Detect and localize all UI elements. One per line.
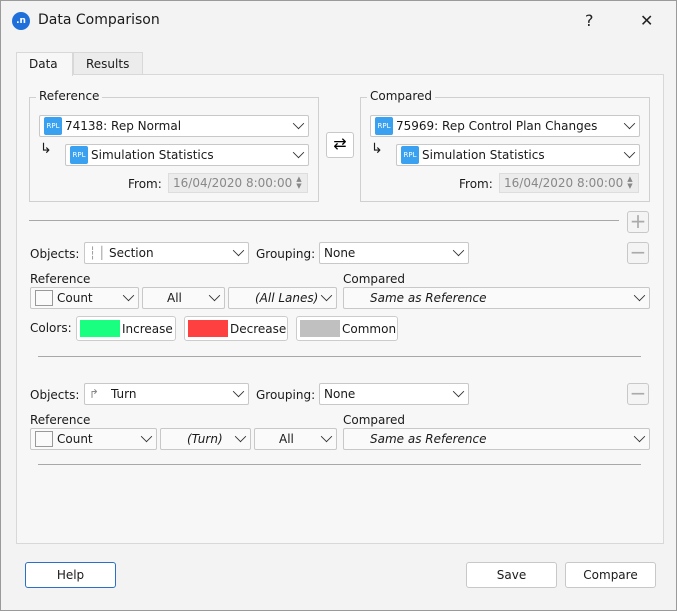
grouping-label: Grouping: [256,247,316,261]
measure-select[interactable]: Count [30,428,157,450]
rpl-icon: RPL [70,146,88,164]
reference-label: Reference [30,272,91,286]
compared-from-input[interactable]: 16/04/2020 8:00:00 ▲ ▼ [499,173,639,193]
chevron-down-icon [623,117,636,130]
help-title-button[interactable]: ? [585,11,594,30]
reference-label: Reference [30,413,91,427]
decrease-swatch [188,320,228,337]
compared-measure-select[interactable]: Same as Reference [343,287,650,309]
compared-source-value: 75969: Rep Control Plan Changes [396,119,598,133]
compared-sub-select[interactable]: RPL Simulation Statistics [396,144,640,166]
reference-sub-value: Simulation Statistics [91,148,214,162]
grouping-label: Grouping: [256,388,316,402]
chart-icon [35,431,53,447]
chevron-down-icon [633,289,646,302]
reference-from-label: From: [128,177,162,191]
divider [29,220,619,221]
chevron-down-icon [452,244,465,257]
reference-legend: Reference [36,89,103,103]
chevron-down-icon [452,385,465,398]
objects-select[interactable]: ↱ Turn [84,383,249,405]
lanes-select[interactable]: (All Lanes) [228,287,337,309]
divider [38,356,641,357]
section-icon: ┆│ [89,246,108,260]
chevron-down-icon [320,289,333,302]
spinner-icon[interactable]: ▲ ▼ [293,176,305,190]
close-button[interactable]: ✕ [640,11,653,30]
tab-results[interactable]: Results [73,52,143,75]
window-title: Data Comparison [38,12,160,28]
turn-select[interactable]: (Turn) [160,428,251,450]
divider [38,464,641,465]
compared-label: Compared [343,413,406,427]
common-swatch [300,320,340,337]
child-arrow-icon: ↳ [40,141,52,157]
compared-measure-select[interactable]: Same as Reference [343,428,650,450]
objects-label: Objects: [30,247,80,261]
chevron-down-icon [320,430,333,443]
save-button[interactable]: Save [466,562,557,588]
chevron-down-icon [232,244,245,257]
objects-select[interactable]: ┆│ Section [84,242,249,264]
reference-source-value: 74138: Rep Normal [65,119,182,133]
add-block-button[interactable]: + [627,211,649,233]
app-icon: .n [12,12,30,30]
chevron-down-icon [623,146,636,159]
rpl-icon: RPL [44,117,62,135]
chevron-down-icon [292,146,305,159]
increase-color-button[interactable]: Increase [76,316,176,341]
compare-button[interactable]: Compare [565,562,656,588]
objects-label: Objects: [30,388,80,402]
filter-select[interactable]: All [142,287,225,309]
remove-block-button[interactable]: − [627,383,649,405]
chevron-down-icon [140,430,153,443]
swap-button[interactable]: ⇄ [326,132,354,158]
compared-from-label: From: [459,177,493,191]
compared-legend: Compared [367,89,436,103]
reference-sub-select[interactable]: RPL Simulation Statistics [65,144,309,166]
decrease-color-button[interactable]: Decrease [184,316,288,341]
chevron-down-icon [208,289,221,302]
chart-icon [35,290,53,306]
measure-select[interactable]: Count [30,287,139,309]
help-button[interactable]: Help [25,562,116,588]
compared-label: Compared [343,272,406,286]
grouping-select[interactable]: None [319,242,469,264]
child-arrow-icon: ↳ [371,141,383,157]
chevron-down-icon [633,430,646,443]
compared-sub-value: Simulation Statistics [422,148,545,162]
turn-icon: ↱ [89,387,100,401]
rpl-icon: RPL [375,117,393,135]
chevron-down-icon [292,117,305,130]
rpl-icon: RPL [401,146,419,164]
remove-block-button[interactable]: − [627,242,649,264]
grouping-select[interactable]: None [319,383,469,405]
common-color-button[interactable]: Common [296,316,398,341]
filter-select[interactable]: All [254,428,337,450]
chevron-down-icon [122,289,135,302]
tab-data[interactable]: Data [16,52,73,76]
chevron-down-icon [232,385,245,398]
chevron-down-icon [234,430,247,443]
reference-source-select[interactable]: RPL 74138: Rep Normal [39,115,309,137]
spinner-icon[interactable]: ▲ ▼ [624,176,636,190]
colors-label: Colors: [30,321,72,335]
reference-from-input[interactable]: 16/04/2020 8:00:00 ▲ ▼ [168,173,308,193]
compared-source-select[interactable]: RPL 75969: Rep Control Plan Changes [370,115,640,137]
increase-swatch [80,320,120,337]
